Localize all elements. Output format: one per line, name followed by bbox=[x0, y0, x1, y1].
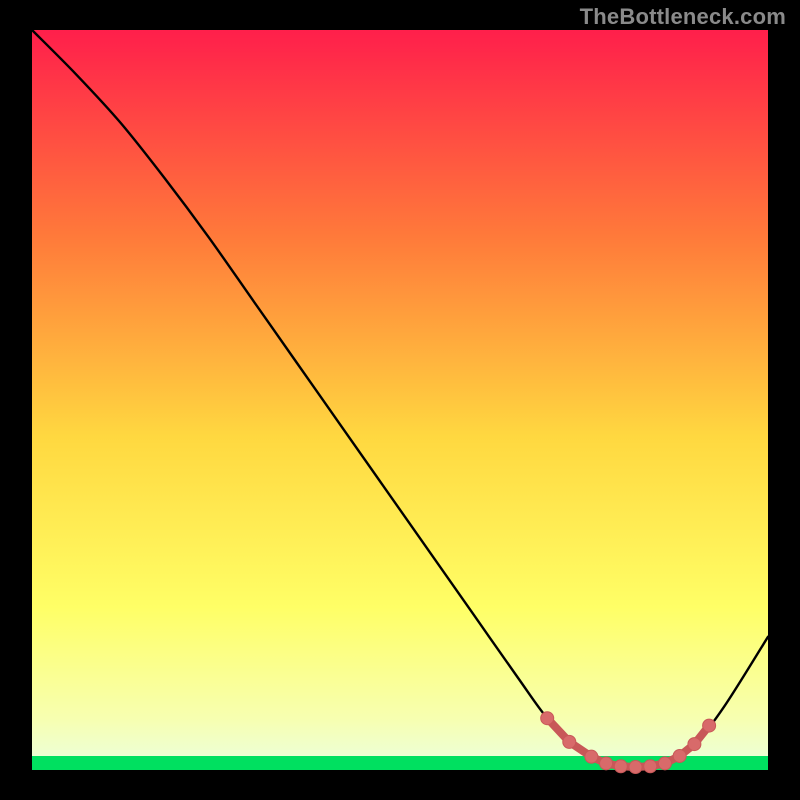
marker-dot bbox=[688, 738, 701, 751]
marker-dot bbox=[673, 749, 686, 762]
marker-dot bbox=[563, 735, 576, 748]
marker-dot bbox=[703, 719, 716, 732]
marker-dot bbox=[585, 750, 598, 763]
marker-dot bbox=[644, 760, 657, 773]
watermark-text: TheBottleneck.com bbox=[580, 4, 786, 30]
marker-dot bbox=[658, 757, 671, 770]
bottleneck-chart bbox=[0, 0, 800, 800]
marker-dot bbox=[541, 712, 554, 725]
chart-frame: { "watermark": "TheBottleneck.com", "col… bbox=[0, 0, 800, 800]
plot-background bbox=[32, 30, 768, 770]
marker-dot bbox=[629, 761, 642, 774]
marker-dot bbox=[600, 757, 613, 770]
marker-dot bbox=[614, 760, 627, 773]
